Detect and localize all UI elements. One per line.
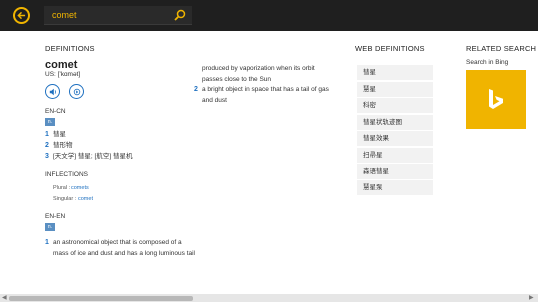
plural-label: Plural : xyxy=(53,185,71,191)
definition-text-line: and dust xyxy=(202,97,227,104)
web-definition-item[interactable]: 科密 xyxy=(357,98,433,113)
web-definition-item[interactable]: 森语彗星 xyxy=(357,164,433,179)
pronunciation-audio-button[interactable] xyxy=(45,84,60,99)
speaker-icon xyxy=(49,88,56,95)
definition-number: 1 xyxy=(45,131,49,138)
scrollbar-thumb[interactable] xyxy=(9,296,193,301)
definition-text-line: produced by vaporization when its orbit xyxy=(202,65,315,72)
definition-text: 彗星 xyxy=(53,131,66,138)
en-en-label: EN-EN xyxy=(45,213,66,220)
definition-number: 2 xyxy=(194,86,198,93)
web-definition-item[interactable]: 彗星效果 xyxy=(357,131,433,146)
search-input[interactable]: comet xyxy=(44,6,192,25)
en-cn-label: EN-CN xyxy=(45,108,66,115)
definition-text: [天文学] 彗星; [航空] 彗星机 xyxy=(53,153,133,160)
plural-link[interactable]: comets xyxy=(71,185,89,191)
slow-audio-button[interactable] xyxy=(69,84,84,99)
bing-logo-icon xyxy=(489,88,503,109)
back-button[interactable] xyxy=(13,7,30,24)
definition-number: 2 xyxy=(45,142,49,149)
slow-speaker-icon xyxy=(73,88,80,95)
pos-tag: n. xyxy=(45,223,55,231)
web-definition-item[interactable]: 彗星状轨迹图 xyxy=(357,115,433,130)
search-icon xyxy=(174,9,186,21)
top-bar: comet xyxy=(0,0,538,31)
related-search-header: RELATED SEARCH xyxy=(466,44,537,53)
scroll-right-arrow-icon[interactable]: ▶ xyxy=(529,294,534,302)
definition-number: 1 xyxy=(45,239,49,246)
pos-tag: n. xyxy=(45,118,55,126)
definition-text-line: an astronomical object that is composed … xyxy=(53,239,182,246)
scroll-left-arrow-icon[interactable]: ◀ xyxy=(2,294,7,302)
definition-text: 彗形物 xyxy=(53,142,73,149)
definitions-header: DEFINITIONS xyxy=(45,44,95,53)
web-definition-item[interactable]: 扫帚星 xyxy=(357,148,433,163)
definition-number: 3 xyxy=(45,153,49,160)
search-button[interactable] xyxy=(174,8,188,22)
definition-text-line: mass of ice and dust and has a long lumi… xyxy=(53,250,196,257)
web-definition-item[interactable]: 彗星 xyxy=(357,65,433,80)
singular-link[interactable]: comet xyxy=(78,196,93,202)
bing-search-tile[interactable] xyxy=(466,70,526,129)
web-definitions-header: WEB DEFINITIONS xyxy=(355,44,425,53)
web-definition-item[interactable]: 慧星 xyxy=(357,82,433,97)
headword: comet xyxy=(45,59,78,71)
definition-text-line: a bright object in space that has a tail… xyxy=(202,86,329,93)
back-arrow-icon xyxy=(17,11,26,20)
search-in-bing-label: Search in Bing xyxy=(466,59,509,66)
singular-label: Singular : xyxy=(53,196,77,202)
pronunciation: US: ['kɑmət] xyxy=(45,71,81,78)
inflections-label: INFLECTIONS xyxy=(45,171,88,178)
web-definition-item[interactable]: 慧星泵 xyxy=(357,180,433,195)
